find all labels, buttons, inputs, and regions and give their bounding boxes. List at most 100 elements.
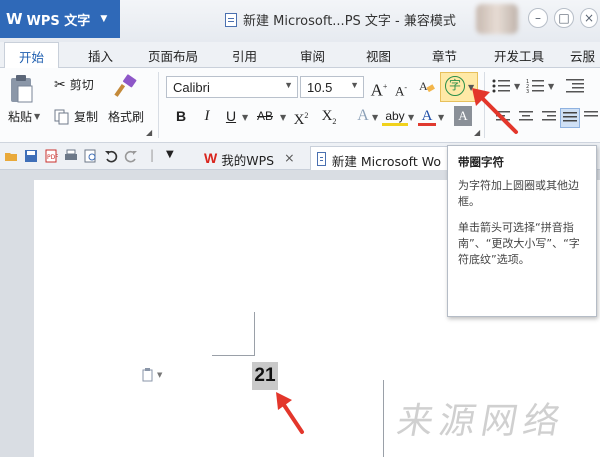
text-effect-button[interactable]: A	[354, 106, 372, 126]
print-preview-icon[interactable]	[84, 149, 98, 163]
watermark: 来源网络	[393, 401, 570, 442]
bold-button[interactable]: B	[172, 106, 190, 126]
close-button[interactable]: ×	[580, 8, 598, 28]
tab-review[interactable]: 审阅	[300, 46, 325, 65]
font-size-value: 10.5	[307, 79, 333, 95]
chevron-down-icon[interactable]: ▼	[408, 113, 414, 122]
close-icon[interactable]: ×	[284, 150, 294, 165]
doc-tab-my-wps[interactable]: W 我的WPS ×	[198, 146, 303, 170]
arrow-annotation-icon	[472, 88, 518, 134]
open-folder-icon[interactable]	[4, 149, 18, 163]
paste-icon	[11, 75, 33, 103]
cut-label: 剪切	[69, 78, 94, 92]
subscript-label: X	[321, 108, 333, 124]
tab-view[interactable]: 视图	[366, 46, 391, 65]
align-right-icon	[542, 111, 556, 121]
wps-logo-icon: W	[6, 10, 23, 28]
margin-mark	[254, 312, 255, 356]
enclose-char-tooltip: 带圈字符 为字符加上圆圈或其他边框。 单击箭头可选择“拼音指南”、“更改大小写”…	[447, 145, 597, 317]
copy-button[interactable]: 复制	[54, 108, 98, 125]
highlight-button[interactable]: aby	[382, 106, 408, 126]
maximize-button[interactable]: □	[554, 8, 574, 28]
chevron-down-icon: ▼	[284, 80, 293, 90]
indent-button[interactable]	[566, 78, 586, 94]
title-bar: W WPS 文字 ▼ 新建 Microsoft...PS 文字 - 兼容模式 –…	[0, 0, 600, 42]
clear-format-button[interactable]: A	[418, 77, 436, 97]
chevron-down-icon[interactable]: ▼	[438, 113, 444, 122]
document-icon	[225, 12, 237, 27]
font-size-select[interactable]: 10.5 ▼	[300, 76, 364, 98]
chevron-down-icon: ▼	[157, 371, 163, 379]
document-icon	[317, 152, 326, 166]
tooltip-title: 带圈字符	[458, 155, 504, 169]
font-color-button[interactable]: A	[418, 106, 436, 126]
indent-icon	[566, 79, 584, 93]
underline-button[interactable]: U	[222, 106, 240, 126]
undo-icon[interactable]	[104, 149, 118, 163]
tab-home[interactable]: 开始	[4, 42, 60, 69]
doc-tab-label: 我的WPS	[221, 153, 275, 168]
export-pdf-icon[interactable]: PDF	[44, 149, 58, 163]
justify-icon	[563, 112, 577, 122]
app-menu-button[interactable]: W WPS 文字 ▼	[0, 0, 120, 38]
justify-button[interactable]	[560, 108, 580, 128]
window-title: 新建 Microsoft...PS 文字 - 兼容模式	[225, 10, 456, 29]
format-painter-icon-button[interactable]	[112, 74, 138, 100]
superscript-label: X	[293, 112, 305, 128]
avatar[interactable]	[476, 4, 518, 34]
app-name: WPS 文字	[26, 13, 91, 29]
tab-references[interactable]: 引用	[232, 46, 257, 65]
italic-button[interactable]: I	[198, 106, 216, 126]
window-title-text: 新建 Microsoft...PS 文字 - 兼容模式	[243, 14, 456, 29]
format-painter-button[interactable]: 格式刷	[108, 108, 144, 125]
divider	[158, 72, 159, 138]
enclose-char-button[interactable]: 字	[445, 76, 465, 96]
doc-tab-current[interactable]: 新建 Microsoft Wo	[310, 146, 450, 170]
chevron-down-icon: ▼	[350, 80, 359, 90]
selected-text[interactable]: 21	[252, 362, 278, 390]
tab-page-layout[interactable]: 页面布局	[148, 46, 198, 65]
grow-font-label: A	[370, 80, 383, 100]
distributed-align-icon	[584, 111, 598, 117]
save-icon[interactable]	[24, 149, 38, 163]
brush-icon	[114, 74, 137, 97]
minimize-button[interactable]: –	[528, 8, 548, 28]
chevron-down-icon: ▼	[548, 81, 555, 91]
font-family-select[interactable]: Calibri ▼	[166, 76, 298, 98]
tooltip-description: 为字符加上圆圈或其他边框。	[458, 179, 579, 208]
font-family-value: Calibri	[173, 79, 210, 95]
grow-font-button[interactable]: A+	[370, 77, 388, 100]
distributed-align-button[interactable]	[584, 110, 598, 124]
tab-developer[interactable]: 开发工具	[494, 46, 544, 65]
tab-insert[interactable]: 插入	[88, 46, 113, 65]
svg-text:A: A	[419, 79, 428, 93]
copy-icon	[54, 109, 69, 124]
chevron-down-icon[interactable]: ▼	[372, 113, 378, 122]
align-right-button[interactable]	[540, 110, 556, 124]
tab-section[interactable]: 章节	[432, 46, 457, 65]
paste-label-button[interactable]: 粘贴 ▼	[8, 108, 40, 125]
redo-icon[interactable]	[124, 149, 138, 163]
strikethrough-button[interactable]: AB	[252, 106, 278, 126]
cut-button[interactable]: ✂ 剪切	[54, 76, 94, 93]
customize-toolbar-icon[interactable]: ▼	[166, 149, 174, 160]
chevron-down-icon[interactable]: ▼	[242, 113, 248, 122]
format-painter-label: 格式刷	[108, 110, 145, 124]
dialog-launcher-icon[interactable]: ◢	[146, 128, 152, 137]
shrink-font-label: A	[394, 83, 405, 99]
paste-options-button[interactable]: ▼	[142, 368, 162, 382]
wps-logo-icon: W	[204, 150, 218, 166]
paste-button[interactable]	[8, 74, 36, 104]
tab-cloud[interactable]: 云服	[570, 46, 595, 65]
arrow-annotation-icon	[276, 392, 304, 434]
svg-text:PDF: PDF	[47, 154, 58, 161]
numbered-list-button[interactable]: 123 ▼	[526, 78, 554, 94]
chevron-down-icon[interactable]: ▼	[280, 113, 286, 122]
superscript-button[interactable]: X2	[292, 106, 310, 128]
print-icon[interactable]	[64, 149, 78, 163]
tooltip-hint: 单击箭头可选择“拼音指南”、“更改大小写”、“字符底纹”选项。	[458, 221, 580, 266]
subscript-button[interactable]: X2	[320, 106, 338, 126]
paste-options-icon	[142, 368, 153, 382]
shrink-font-button[interactable]: A-	[392, 78, 410, 98]
divider: |	[150, 148, 155, 162]
